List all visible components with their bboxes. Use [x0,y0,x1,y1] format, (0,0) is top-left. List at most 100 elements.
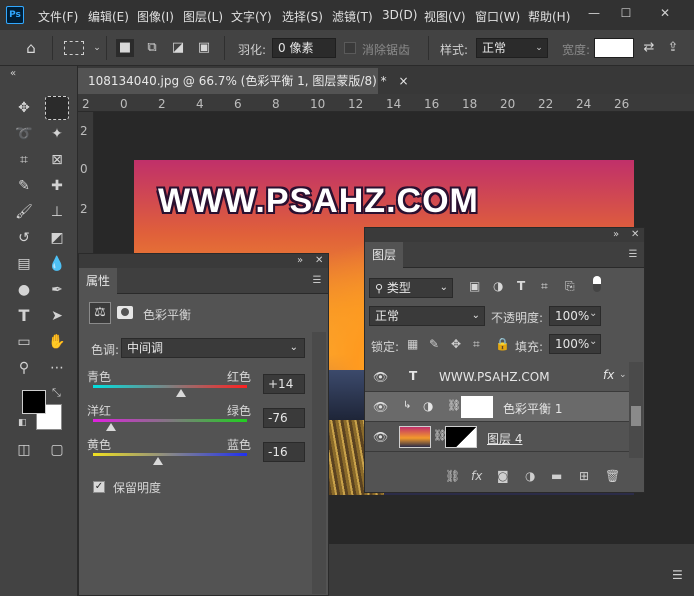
panel-menu-icon[interactable]: ☰ [672,568,683,582]
layer-thumbnail[interactable] [399,426,431,448]
layer-name[interactable]: WWW.PSAHZ.COM [439,370,550,384]
default-colors-icon[interactable]: ◧ [18,418,27,428]
cyan-red-slider-thumb[interactable] [175,389,186,397]
move-tool-icon[interactable]: ✥ [12,96,36,120]
chevron-down-icon[interactable]: ⌄ [619,370,627,380]
tab-properties[interactable]: 属性 [79,268,117,294]
close-panel-icon[interactable]: ✕ [631,229,639,240]
close-panel-icon[interactable]: ✕ [315,255,323,266]
pixel-layer-filter-icon[interactable]: ▣ [469,279,480,293]
magenta-green-slider[interactable] [93,419,247,422]
add-mask-icon[interactable]: ◙ [497,469,509,483]
menu-layer[interactable]: 图层(L) [183,8,223,25]
panel-titlebar[interactable]: » ✕ [79,254,328,268]
tone-select[interactable]: 中间调 ⌄ [121,338,305,358]
marquee-preset-icon[interactable] [64,41,84,55]
maximize-button[interactable]: ☐ [616,4,636,22]
menu-3d[interactable]: 3D(D) [382,8,417,22]
properties-scrollbar[interactable] [312,332,326,594]
new-group-icon[interactable]: ▬ [551,469,562,483]
foreground-color-swatch[interactable] [22,390,46,414]
lasso-tool-icon[interactable]: ➰ [12,122,36,146]
blur-tool-icon[interactable]: 💧 [45,252,69,276]
panel-menu-icon[interactable]: ☰ [311,276,323,286]
lock-image-icon[interactable]: ✎ [429,337,439,351]
feather-input[interactable]: 0 像素 [272,38,336,58]
crop-tool-icon[interactable]: ⌗ [12,148,36,172]
document-tab[interactable]: 108134040.jpg @ 66.7% (色彩平衡 1, 图层蒙版/8) *… [78,68,409,94]
visibility-eye-icon[interactable]: 👁 [373,400,388,414]
frame-tool-icon[interactable]: ⊠ [45,148,69,172]
screen-mode-icon[interactable]: ▢ [45,438,69,462]
layers-scrollbar[interactable] [629,362,643,458]
share-icon[interactable]: ⇪ [664,39,682,57]
yellow-blue-slider-thumb[interactable] [152,457,163,465]
adjustment-filter-icon[interactable]: ◑ [493,279,503,293]
collapse-panel-icon[interactable]: » [613,229,619,240]
menu-image[interactable]: 图像(I) [137,8,174,25]
close-tab-icon[interactable]: × [398,74,408,88]
tab-layers[interactable]: 图层 [365,242,403,268]
menu-edit[interactable]: 编辑(E) [88,8,129,25]
yellow-blue-value-input[interactable]: -16 [263,442,305,462]
menu-window[interactable]: 窗口(W) [475,8,520,25]
shape-filter-icon[interactable]: ⌗ [541,279,548,294]
brush-tool-icon[interactable]: 🖌 [12,200,36,224]
type-filter-icon[interactable]: T [517,279,525,293]
magenta-green-value-input[interactable]: -76 [263,408,305,428]
magenta-green-slider-thumb[interactable] [106,423,117,431]
menu-view[interactable]: 视图(V) [424,8,466,25]
layer-name[interactable]: 图层 4 [487,430,522,447]
panel-menu-icon[interactable]: ☰ [627,250,639,260]
chevron-down-icon[interactable]: ⌄ [88,39,106,57]
menu-filter[interactable]: 滤镜(T) [332,8,373,25]
blend-mode-select[interactable]: 正常 ⌄ [369,306,485,326]
layer-row-image[interactable]: 👁 ⛓ 图层 4 [365,422,629,452]
minimize-button[interactable]: — [584,4,604,22]
swap-colors-icon[interactable]: ⤡ [52,386,61,400]
filter-toggle-icon[interactable] [593,276,601,292]
delete-layer-icon[interactable]: 🗑 [605,469,620,483]
menu-file[interactable]: 文件(F) [38,8,78,25]
hand-tool-icon[interactable]: ✋ [45,330,69,354]
new-layer-icon[interactable]: ⊞ [579,469,589,483]
healing-brush-tool-icon[interactable]: ✚ [45,174,69,198]
zoom-tool-icon[interactable]: ⚲ [12,356,36,380]
eyedropper-tool-icon[interactable]: ✎ [12,174,36,198]
layer-row-color-balance[interactable]: 👁 ↳ ◑ ⛓ 色彩平衡 1 [365,392,629,422]
collapse-icon[interactable]: « [10,68,16,79]
intersect-selection-icon[interactable]: ▣ [195,39,213,57]
new-adjustment-icon[interactable]: ◑ [525,469,535,483]
path-selection-tool-icon[interactable]: ➤ [45,304,69,328]
more-tools-icon[interactable]: ⋯ [45,356,69,380]
home-icon[interactable]: ⌂ [22,39,40,57]
close-button[interactable]: ✕ [655,4,675,22]
menu-help[interactable]: 帮助(H) [528,8,570,25]
link-layers-icon[interactable]: ⛓ [445,469,460,483]
collapse-panel-icon[interactable]: » [297,255,303,266]
menu-select[interactable]: 选择(S) [282,8,323,25]
yellow-blue-slider[interactable] [93,453,247,456]
pen-tool-icon[interactable]: ✒ [45,278,69,302]
lock-position-icon[interactable]: ✥ [451,337,461,351]
link-chain-icon[interactable]: ⛓ [447,399,461,412]
lock-artboard-icon[interactable]: ⌗ [473,337,480,352]
clone-stamp-tool-icon[interactable]: ⊥ [45,200,69,224]
marquee-tool-icon[interactable] [45,96,69,120]
cyan-red-value-input[interactable]: +14 [263,374,305,394]
lock-all-icon[interactable]: 🔒 [495,337,510,351]
rectangle-tool-icon[interactable]: ▭ [12,330,36,354]
gradient-tool-icon[interactable]: ▤ [12,252,36,276]
lock-transparent-icon[interactable]: ▦ [407,337,418,351]
fx-icon[interactable]: fx [603,368,614,382]
visibility-eye-icon[interactable]: 👁 [373,430,388,444]
new-selection-icon[interactable]: ■ [116,39,134,57]
magic-wand-tool-icon[interactable]: ✦ [45,122,69,146]
quick-mask-icon[interactable]: ◫ [12,438,36,462]
subtract-selection-icon[interactable]: ◪ [169,39,187,57]
width-input[interactable] [594,38,634,58]
layer-style-fx-icon[interactable]: fx [471,469,482,483]
history-brush-tool-icon[interactable]: ↺ [12,226,36,250]
preserve-luminosity-checkbox[interactable]: ✓ [93,481,105,493]
menu-type[interactable]: 文字(Y) [231,8,272,25]
